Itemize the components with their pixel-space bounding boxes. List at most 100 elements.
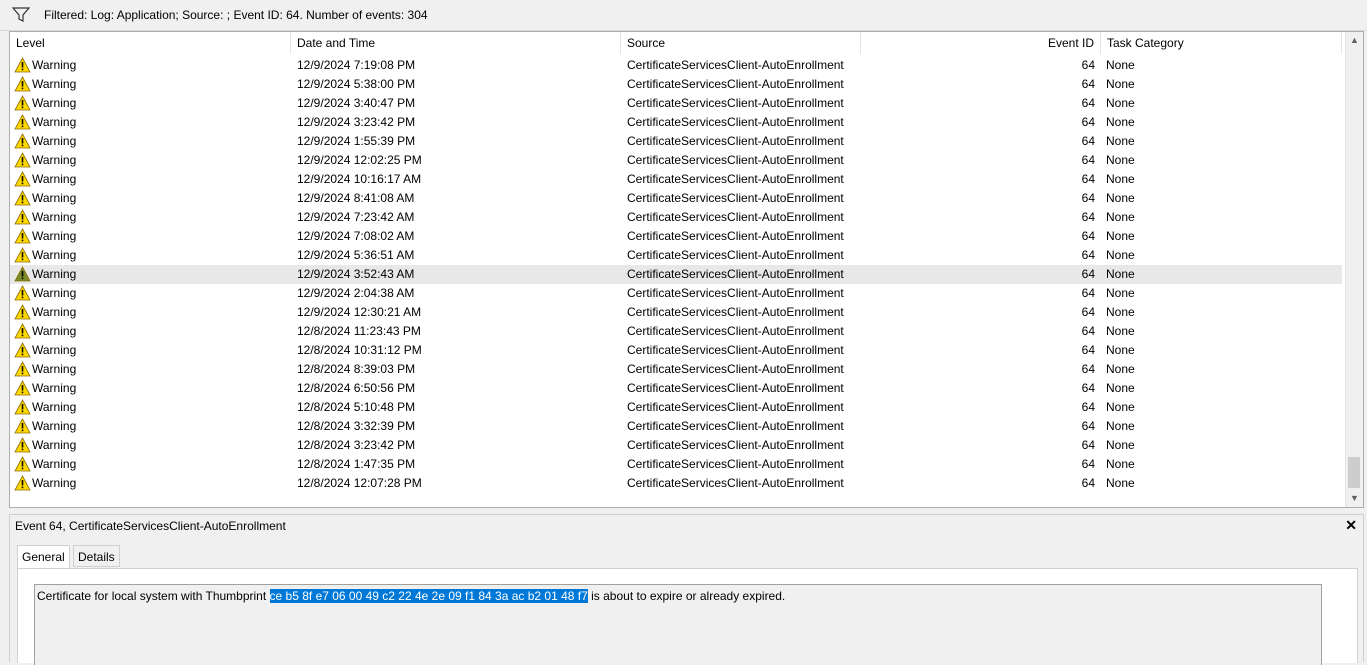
cell-source: CertificateServicesClient-AutoEnrollment	[627, 134, 844, 148]
table-row[interactable]: Warning 12/9/2024 3:52:43 AM CertificateSe…	[10, 265, 1342, 284]
cell-level: Warning	[32, 134, 77, 148]
scroll-up-icon[interactable]: ▲	[1346, 32, 1363, 49]
cell-source: CertificateServicesClient-AutoEnrollment	[627, 77, 844, 91]
cell-source: CertificateServicesClient-AutoEnrollment	[627, 286, 844, 300]
cell-source: CertificateServicesClient-AutoEnrollment	[627, 96, 844, 110]
table-row[interactable]: Warning 12/9/2024 3:40:47 PM CertificateSe…	[10, 94, 1342, 113]
cell-date: 12/8/2024 11:23:43 PM	[297, 324, 421, 338]
cell-source: CertificateServicesClient-AutoEnrollment	[627, 419, 844, 433]
cell-event-id: 64	[1081, 324, 1095, 338]
cell-task-category: None	[1106, 96, 1135, 110]
table-row[interactable]: Warning 12/8/2024 5:10:48 PM CertificateSe…	[10, 398, 1342, 417]
column-header-date[interactable]: Date and Time	[291, 32, 621, 54]
table-row[interactable]: Warning 12/8/2024 8:39:03 PM CertificateSe…	[10, 360, 1342, 379]
table-row[interactable]: Warning 12/9/2024 10:16:17 AM CertificateS…	[10, 170, 1342, 189]
cell-date: 12/8/2024 6:50:56 PM	[297, 381, 416, 395]
cell-date: 12/8/2024 3:23:42 PM	[297, 438, 416, 452]
cell-source: CertificateServicesClient-AutoEnrollment	[627, 267, 844, 281]
cell-source: CertificateServicesClient-AutoEnrollment	[627, 229, 844, 243]
cell-source: CertificateServicesClient-AutoEnrollment	[627, 191, 844, 205]
scroll-thumb[interactable]	[1348, 457, 1360, 488]
cell-event-id: 64	[1081, 343, 1095, 357]
warning-icon	[14, 475, 31, 491]
table-row[interactable]: Warning 12/8/2024 1:47:35 PM CertificateSe…	[10, 455, 1342, 474]
cell-date: 12/9/2024 7:23:42 AM	[297, 210, 415, 224]
cell-task-category: None	[1106, 438, 1135, 452]
column-header-event-id[interactable]: Event ID	[861, 32, 1101, 54]
cell-event-id: 64	[1081, 457, 1095, 471]
warning-icon	[14, 247, 31, 263]
cell-date: 12/9/2024 3:23:42 PM	[297, 115, 416, 129]
warning-icon	[14, 57, 31, 73]
table-row[interactable]: Warning 12/9/2024 1:55:39 PM CertificateSe…	[10, 132, 1342, 151]
general-tab-panel: Certificate for local system with Thumbp…	[17, 568, 1358, 665]
cell-task-category: None	[1106, 381, 1135, 395]
cell-source: CertificateServicesClient-AutoEnrollment	[627, 381, 844, 395]
event-message-box[interactable]: Certificate for local system with Thumbp…	[34, 584, 1322, 665]
cell-task-category: None	[1106, 134, 1135, 148]
table-row[interactable]: Warning 12/9/2024 2:04:38 AM CertificateSe…	[10, 284, 1342, 303]
table-row[interactable]: Warning 12/9/2024 3:23:42 PM CertificateSe…	[10, 113, 1342, 132]
table-row[interactable]: Warning 12/9/2024 12:02:25 PM CertificateS…	[10, 151, 1342, 170]
warning-icon	[14, 399, 31, 415]
table-row[interactable]: Warning 12/9/2024 5:36:51 AM CertificateSe…	[10, 246, 1342, 265]
event-message[interactable]: Certificate for local system with Thumbp…	[37, 589, 785, 603]
cell-date: 12/8/2024 5:10:48 PM	[297, 400, 416, 414]
table-row[interactable]: Warning 12/8/2024 11:23:43 PM CertificateS…	[10, 322, 1342, 341]
cell-event-id: 64	[1081, 286, 1095, 300]
table-row[interactable]: Warning 12/8/2024 10:31:12 PM CertificateS…	[10, 341, 1342, 360]
table-row[interactable]: Warning 12/9/2024 7:23:42 AM CertificateSe…	[10, 208, 1342, 227]
message-selected-thumbprint[interactable]: ce b5 8f e7 06 00 49 c2 22 4e 2e 09 f1 8…	[269, 589, 588, 603]
close-icon[interactable]: ✕	[1345, 517, 1357, 534]
warning-icon	[14, 285, 31, 301]
scroll-down-icon[interactable]: ▼	[1346, 490, 1363, 507]
warning-icon	[14, 95, 31, 111]
cell-level: Warning	[32, 267, 77, 281]
table-row[interactable]: Warning 12/9/2024 8:41:08 AM CertificateSe…	[10, 189, 1342, 208]
warning-icon	[14, 418, 31, 434]
cell-event-id: 64	[1081, 96, 1095, 110]
column-header-task-category[interactable]: Task Category	[1101, 32, 1342, 54]
cell-source: CertificateServicesClient-AutoEnrollment	[627, 58, 844, 72]
table-row[interactable]: Warning 12/8/2024 3:32:39 PM CertificateSe…	[10, 417, 1342, 436]
column-header-source[interactable]: Source	[621, 32, 861, 54]
cell-date: 12/9/2024 3:52:43 AM	[297, 267, 415, 281]
cell-source: CertificateServicesClient-AutoEnrollment	[627, 305, 844, 319]
cell-task-category: None	[1106, 191, 1135, 205]
cell-source: CertificateServicesClient-AutoEnrollment	[627, 457, 844, 471]
cell-task-category: None	[1106, 229, 1135, 243]
cell-event-id: 64	[1081, 229, 1095, 243]
events-grid[interactable]: Level Date and Time Source Event ID Task…	[9, 31, 1364, 508]
cell-event-id: 64	[1081, 77, 1095, 91]
cell-event-id: 64	[1081, 381, 1095, 395]
vertical-scrollbar[interactable]: ▲ ▼	[1345, 32, 1363, 507]
cell-level: Warning	[32, 324, 77, 338]
cell-date: 12/9/2024 7:08:02 AM	[297, 229, 415, 243]
cell-task-category: None	[1106, 305, 1135, 319]
table-row[interactable]: Warning 12/9/2024 5:38:00 PM CertificateSe…	[10, 75, 1342, 94]
cell-level: Warning	[32, 172, 77, 186]
table-row[interactable]: Warning 12/9/2024 7:19:08 PM CertificateSe…	[10, 56, 1342, 75]
message-text-after: is about to expire or already expired.	[587, 589, 786, 603]
tab-general[interactable]: General	[17, 545, 70, 569]
cell-source: CertificateServicesClient-AutoEnrollment	[627, 115, 844, 129]
table-row[interactable]: Warning 12/8/2024 6:50:56 PM CertificateSe…	[10, 379, 1342, 398]
table-row[interactable]: Warning 12/9/2024 7:08:02 AM CertificateSe…	[10, 227, 1342, 246]
cell-date: 12/8/2024 10:31:12 PM	[297, 343, 422, 357]
cell-task-category: None	[1106, 153, 1135, 167]
cell-event-id: 64	[1081, 305, 1095, 319]
cell-level: Warning	[32, 229, 77, 243]
tab-details[interactable]: Details	[73, 545, 120, 567]
cell-task-category: None	[1106, 58, 1135, 72]
table-row[interactable]: Warning 12/8/2024 3:23:42 PM CertificateSe…	[10, 436, 1342, 455]
cell-date: 12/8/2024 8:39:03 PM	[297, 362, 416, 376]
cell-date: 12/9/2024 5:38:00 PM	[297, 77, 416, 91]
cell-source: CertificateServicesClient-AutoEnrollment	[627, 172, 844, 186]
cell-level: Warning	[32, 248, 77, 262]
cell-level: Warning	[32, 153, 77, 167]
cell-date: 12/8/2024 12:07:28 PM	[297, 476, 422, 490]
column-header-level[interactable]: Level	[10, 32, 291, 54]
table-row[interactable]: Warning 12/8/2024 12:07:28 PM CertificateS…	[10, 474, 1342, 493]
cell-source: CertificateServicesClient-AutoEnrollment	[627, 343, 844, 357]
table-row[interactable]: Warning 12/9/2024 12:30:21 AM CertificateS…	[10, 303, 1342, 322]
